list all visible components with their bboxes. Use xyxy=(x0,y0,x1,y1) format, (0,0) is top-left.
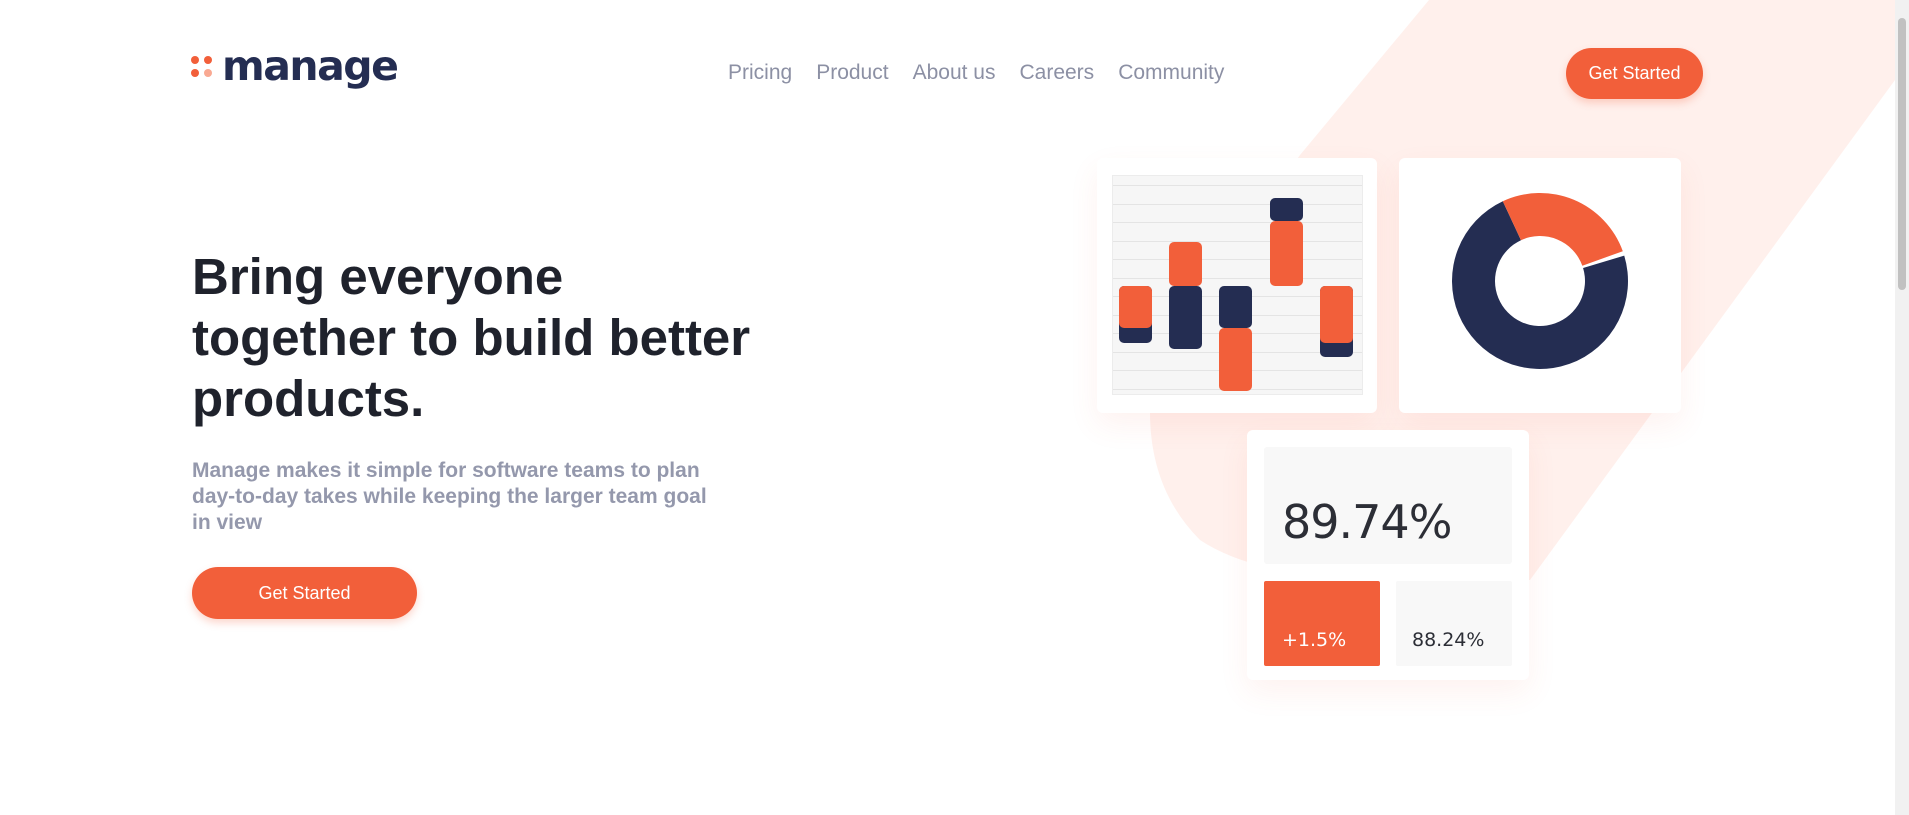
page-scrollbar[interactable] xyxy=(1895,0,1909,815)
hero-get-started-button[interactable]: Get Started xyxy=(192,567,417,619)
grid-line xyxy=(1113,185,1362,186)
logo-dots-icon xyxy=(191,56,212,77)
grid-line xyxy=(1113,222,1362,223)
grid-line xyxy=(1113,240,1362,242)
bar-segment-orange xyxy=(1219,328,1253,391)
grid-line xyxy=(1113,203,1362,205)
bar-segment-orange xyxy=(1119,286,1152,328)
nav-link-community[interactable]: Community xyxy=(1118,61,1224,85)
nav-link-careers[interactable]: Careers xyxy=(1019,61,1094,85)
nav-link-about-us[interactable]: About us xyxy=(913,61,996,85)
secondary-stat-tile: 88.24% xyxy=(1396,581,1512,666)
nav-link-product[interactable]: Product xyxy=(816,61,888,85)
change-tile: +1.5% xyxy=(1264,581,1380,666)
grid-line xyxy=(1113,259,1362,260)
brand-name: manage xyxy=(222,42,399,90)
donut-chart-card xyxy=(1399,158,1681,413)
donut-orange-segment xyxy=(1502,193,1623,266)
main-stat-value: 89.74% xyxy=(1282,495,1452,549)
bar-segment-orange xyxy=(1169,241,1203,286)
header-get-started-button[interactable]: Get Started xyxy=(1566,48,1703,99)
nav-link-pricing[interactable]: Pricing xyxy=(728,61,792,85)
hero-subtitle: Manage makes it simple for software team… xyxy=(192,459,707,534)
bar-segment-orange xyxy=(1269,220,1303,286)
bar-segment-navy xyxy=(1169,286,1203,349)
scrollbar-thumb[interactable] xyxy=(1898,18,1906,290)
change-value: +1.5% xyxy=(1282,629,1347,651)
hero-title: Bring everyone together to build better … xyxy=(192,248,751,427)
donut-chart xyxy=(1452,193,1628,369)
brand-logo[interactable]: manage xyxy=(191,42,399,90)
grid-line xyxy=(1113,277,1362,279)
bar-chart-card xyxy=(1097,158,1377,413)
bar-segment-orange xyxy=(1319,286,1353,343)
secondary-stat-value: 88.24% xyxy=(1412,629,1485,651)
main-nav: Pricing Product About us Careers Communi… xyxy=(728,61,1224,85)
bar-chart xyxy=(1112,175,1363,395)
bar-segment-navy xyxy=(1219,286,1253,328)
main-stat-tile: 89.74% xyxy=(1264,447,1512,564)
stats-card: 89.74% +1.5% 88.24% xyxy=(1247,430,1529,680)
bar-segment-navy xyxy=(1269,197,1303,221)
